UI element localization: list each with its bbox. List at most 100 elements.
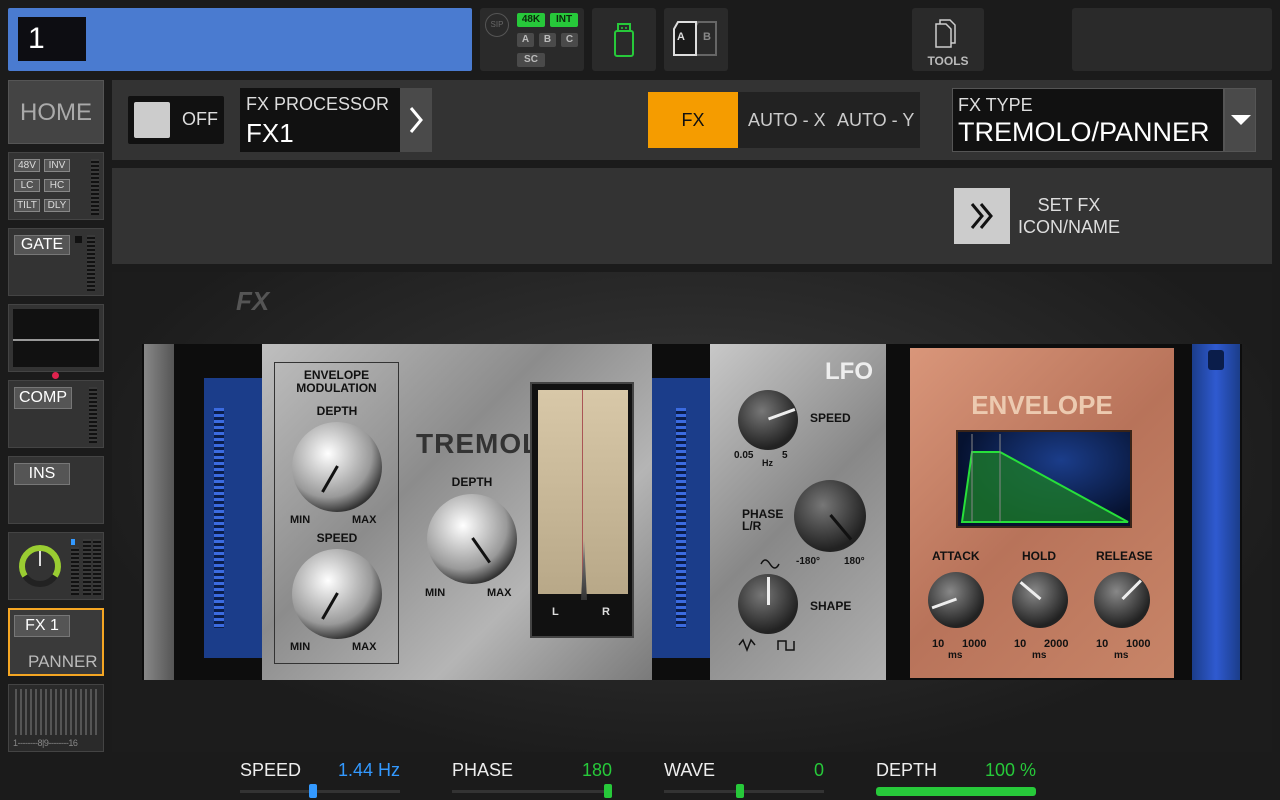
level-meter-left [71, 547, 79, 595]
usb-button[interactable] [592, 8, 656, 71]
envelope-module: ENVELOPE ATTACK HOLD RELEASE 10 1000 ms … [910, 348, 1174, 678]
chevron-down-icon [1231, 115, 1251, 125]
eq-tile[interactable] [8, 304, 104, 372]
lfo-speed-label: SPEED [810, 411, 851, 425]
lfo-phase-knob[interactable] [794, 480, 866, 552]
main-level-tile[interactable] [8, 532, 104, 600]
envelope-curve [960, 434, 1129, 523]
env-depth-label: DEPTH [316, 404, 358, 418]
bus-send-bars [15, 689, 99, 735]
bus-sends-tile[interactable]: 1--------8|9--------16 [8, 684, 104, 752]
env-depth-min: MIN [290, 514, 311, 526]
attack-max: 1000 [962, 638, 987, 650]
ins-label: INS [14, 463, 70, 485]
comp-meter [89, 387, 97, 443]
hold-min: 10 [1014, 638, 1027, 650]
fx-processor-next-button[interactable] [400, 88, 432, 152]
param-handle-phase[interactable] [604, 784, 612, 798]
attack-knob[interactable] [928, 572, 984, 628]
copy-documents-icon [935, 19, 956, 48]
release-min: 10 [1096, 638, 1109, 650]
fx-rack-logo: FX [236, 286, 270, 316]
param-slider-depth[interactable] [876, 787, 1036, 796]
mode-selector[interactable]: FX AUTO - X AUTO - Y [648, 92, 920, 148]
lfo-shape-label: SHAPE [810, 599, 852, 613]
fx-on-off-toggle[interactable]: OFF [128, 96, 224, 144]
env-depth-knob[interactable] [292, 422, 382, 512]
hold-max: 2000 [1044, 638, 1069, 650]
env-speed-min: MIN [290, 641, 311, 653]
env-speed-label: SPEED [316, 531, 358, 545]
comp-label: COMP [14, 387, 72, 409]
channel-selector[interactable]: 1 [8, 8, 472, 71]
param-value-speed: 1.44 Hz [337, 760, 400, 780]
gate-meter [87, 235, 95, 291]
inv-tag: INV [44, 159, 70, 172]
fx-rack-view: FX ENVELOPE MODULATION DEPTH MIN MAX SPE… [112, 272, 1272, 752]
env-speed-knob[interactable] [292, 549, 382, 639]
usb-icon [614, 23, 634, 57]
param-slider-phase[interactable] [452, 784, 612, 798]
preamp-tile[interactable]: 48V INV LC HC TILT DLY [8, 152, 104, 220]
param-handle-wave[interactable] [736, 784, 744, 798]
fx1-label: FX 1 [14, 615, 70, 637]
lc-tag: LC [14, 179, 40, 192]
env-depth-max: MAX [352, 514, 377, 526]
param-handle-speed[interactable] [308, 784, 317, 798]
eq-dot-indicator [52, 372, 59, 379]
set-fx-icon-name-button[interactable] [954, 188, 1010, 244]
eq-curve-display [13, 309, 99, 367]
lfo-phase-min: -180° [796, 556, 821, 567]
tools-label: TOOLS [927, 54, 969, 68]
fx1-type-label: PANNER [28, 652, 98, 671]
attack-unit: ms [948, 650, 963, 661]
fx-processor-selector[interactable]: FX PROCESSOR FX1 [240, 88, 400, 152]
fx-type-select[interactable]: FX TYPE TREMOLO/PANNER [952, 88, 1224, 152]
hold-knob[interactable] [1012, 572, 1068, 628]
tremolo-depth-min: MIN [425, 587, 446, 599]
envelope-graph [956, 430, 1132, 528]
comp-tile[interactable]: COMP [8, 380, 104, 448]
top-right-display[interactable] [1072, 8, 1272, 71]
sc-badge: SC [517, 53, 545, 67]
param-slider-speed[interactable] [240, 784, 400, 798]
tremolo-depth-max: MAX [487, 587, 512, 599]
home-button[interactable]: HOME [8, 80, 104, 144]
pan-meter-r: R [602, 606, 610, 618]
chevron-right-icon [409, 107, 423, 133]
param-fill-depth [876, 787, 1036, 796]
tilt-tag: TILT [14, 199, 40, 212]
fx-type-label: FX TYPE [958, 95, 1033, 115]
lfo-speed-knob[interactable] [738, 390, 798, 450]
param-value-phase: 180 [581, 760, 612, 780]
toggle-label: OFF [182, 109, 218, 129]
status-panel[interactable]: SIP 48K INT A B C SC [480, 8, 584, 71]
param-slider-wave[interactable] [664, 784, 824, 798]
toggle-knob [134, 102, 170, 138]
lfo-speed-max: 5 [782, 450, 788, 461]
attack-label: ATTACK [932, 549, 980, 563]
sip-indicator: SIP [485, 13, 509, 37]
fx-type-value: TREMOLO/PANNER [958, 117, 1210, 147]
lfo-speed-min: 0.05 [734, 450, 754, 461]
lfo-shape-knob[interactable] [738, 574, 798, 634]
gate-tile[interactable]: GATE [8, 228, 104, 296]
tremolo-depth-knob[interactable] [427, 494, 517, 584]
fx-type-dropdown-button[interactable] [1224, 88, 1256, 152]
mode-fx-tab[interactable]: FX [648, 92, 738, 148]
preamp-meter [91, 159, 99, 215]
tools-button[interactable]: TOOLS [912, 8, 984, 71]
rack-rail-right [1192, 344, 1240, 680]
fx1-tile[interactable]: FX 1 PANNER [8, 608, 104, 676]
card-b-label: B [703, 31, 711, 43]
48v-tag: 48V [14, 159, 40, 172]
release-knob[interactable] [1094, 572, 1150, 628]
clock-badge: INT [550, 13, 578, 27]
mode-auto-y-tab[interactable]: AUTO - Y [837, 110, 914, 131]
env-speed-max: MAX [352, 641, 377, 653]
fx-processor-value: FX1 [246, 118, 294, 148]
hold-label: HOLD [1022, 549, 1056, 563]
insert-tile[interactable]: INS [8, 456, 104, 524]
mode-auto-x-tab[interactable]: AUTO - X [748, 110, 826, 131]
ab-scene-button[interactable]: A B [664, 8, 728, 71]
